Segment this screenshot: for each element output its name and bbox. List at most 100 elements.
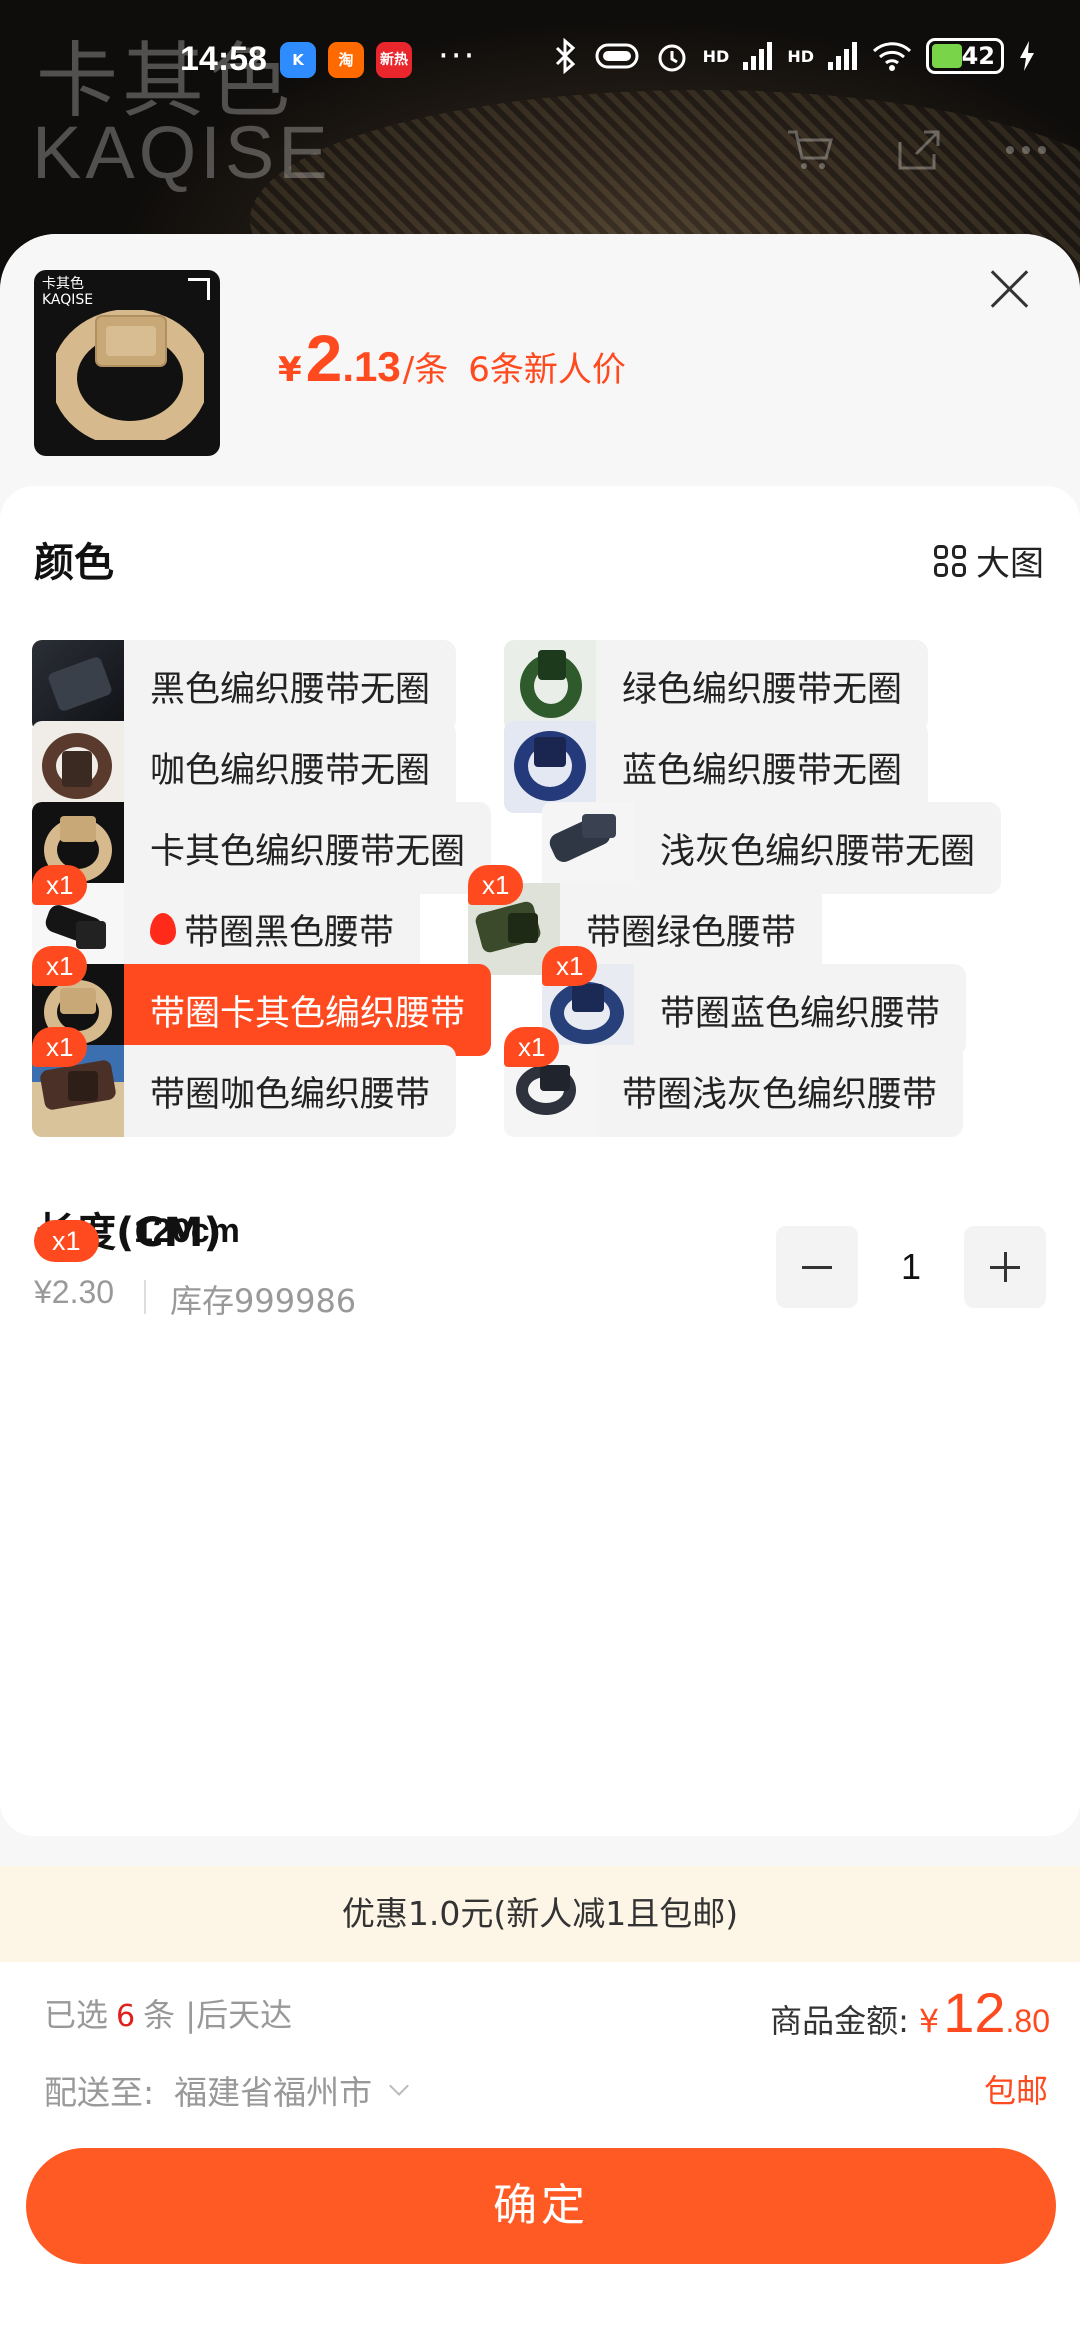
length-option-price: ¥2.30	[34, 1274, 115, 1310]
flame-icon	[150, 913, 176, 945]
color-option-ring-khaki[interactable]: x1 带圈卡其色编织腰带	[32, 946, 492, 1056]
selected-count: 6	[116, 1999, 136, 2034]
ship-label: 配送至:	[44, 2073, 155, 2112]
thumbnail-brand-cn: 卡其色	[42, 276, 84, 292]
status-more-icon: ···	[438, 36, 477, 76]
battery-indicator: 42	[926, 38, 1004, 74]
quantity-badge: x1	[32, 946, 88, 986]
hd-label-1: HD	[702, 46, 730, 66]
stock-count: 库存999986	[170, 1282, 357, 1320]
thumbnail-brand: 卡其色 KAQISE	[42, 276, 93, 308]
backdrop-toolbar	[786, 128, 1050, 172]
option-label: 黑色编织腰带无圈	[150, 669, 431, 710]
option-label: 绿色编织腰带无圈	[622, 669, 903, 710]
charging-icon	[1020, 41, 1034, 71]
status-indicators: HD HD 42	[553, 38, 1036, 74]
color-option-ring-light-gray[interactable]: x1 带圈浅灰色编织腰带	[504, 1027, 964, 1137]
price-currency: ¥	[278, 350, 302, 390]
option-label: 蓝色编织腰带无圈	[622, 750, 903, 791]
option-label: 带圈浅灰色编织腰带	[622, 1074, 938, 1115]
quantity-stepper: 1	[776, 1226, 1046, 1308]
length-option-name[interactable]: 120cm	[134, 1212, 240, 1251]
vibrate-icon	[595, 43, 639, 69]
new-user-price-note: 6条新人价	[468, 350, 626, 390]
big-picture-toggle[interactable]: 大图	[934, 536, 1044, 585]
option-label: 带圈咖色编织腰带	[150, 1074, 431, 1115]
confirm-button[interactable]: 确定	[26, 2148, 1056, 2264]
quantity-badge: x1	[32, 865, 88, 905]
selected-suffix: 条 |后天达	[143, 1996, 293, 2034]
battery-level: 42	[961, 42, 995, 70]
length-quantity-badge: x1	[34, 1220, 99, 1262]
wifi-icon	[872, 42, 912, 71]
total-amount: 商品金额: ¥ 12 .80	[770, 1980, 1050, 2045]
color-option-brown[interactable]: 咖色编织腰带无圈	[32, 721, 457, 813]
divider	[144, 1280, 146, 1314]
quantity-badge: x1	[468, 865, 524, 905]
more-icon	[1006, 146, 1046, 154]
news-app-icon: 新热	[376, 42, 412, 78]
product-thumbnail[interactable]: 卡其色 KAQISE	[34, 270, 220, 456]
option-label: 带圈蓝色编织腰带	[660, 993, 941, 1034]
share-icon	[898, 130, 940, 170]
option-thumbnail	[504, 721, 596, 813]
option-label-text: 带圈黑色腰带	[184, 912, 395, 953]
bluetooth-icon	[555, 38, 575, 74]
promo-banner: 优惠1.0元(新人减1且包邮)	[0, 1866, 1080, 1962]
status-bar: 14:58 K 淘 新热 ··· HD HD 42	[0, 30, 1080, 94]
color-section-title: 颜色	[34, 540, 114, 586]
close-button[interactable]	[984, 264, 1036, 316]
sku-selection-sheet: 卡其色 KAQISE ¥ 2 .13 /条 6条新人价 颜色 大图 黑色编织腰带…	[0, 234, 1080, 2340]
option-thumbnail	[504, 640, 596, 732]
amount-currency: ¥	[918, 2002, 940, 2040]
backdrop-brand-en: KAQISE	[32, 111, 332, 194]
big-picture-label: 大图	[976, 544, 1044, 584]
ship-location: 福建省福州市	[174, 2073, 373, 2112]
color-option-blue[interactable]: 蓝色编织腰带无圈	[504, 721, 929, 813]
price-integer: 2	[305, 321, 343, 395]
color-option-light-gray[interactable]: 浅灰色编织腰带无圈	[542, 802, 1002, 894]
option-label: 咖色编织腰带无圈	[150, 750, 431, 791]
selected-prefix: 已选	[44, 1996, 109, 2034]
alarm-icon	[658, 44, 686, 72]
hd-label-2: HD	[787, 46, 814, 66]
price-display: ¥ 2 .13 /条 6条新人价	[278, 320, 626, 396]
signal-icon	[743, 42, 773, 70]
color-option-ring-green[interactable]: x1 带圈绿色腰带	[468, 865, 823, 975]
color-option-ring-brown[interactable]: x1 带圈咖色编织腰带	[32, 1027, 457, 1137]
grid-icon	[934, 544, 966, 577]
color-option-ring-black[interactable]: x1 带圈黑色腰带	[32, 865, 421, 975]
color-option-black[interactable]: 黑色编织腰带无圈	[32, 640, 457, 732]
price-unit: /条	[402, 350, 449, 390]
option-thumbnail	[32, 721, 124, 813]
increment-button[interactable]	[964, 1226, 1046, 1308]
expand-icon[interactable]	[188, 278, 210, 300]
decrement-button[interactable]	[776, 1226, 858, 1308]
taobao-icon: 淘	[328, 42, 364, 78]
signal-icon-2	[828, 42, 857, 70]
quantity-badge: x1	[504, 1027, 560, 1067]
sheet-header: 卡其色 KAQISE ¥ 2 .13 /条 6条新人价	[0, 234, 1080, 484]
checkout-footer: 已选 6 条 |后天达 商品金额: ¥ 12 .80 配送至: 福建省福州市 包…	[0, 1962, 1080, 2340]
chevron-down-icon	[389, 2076, 410, 2096]
belt-image	[56, 310, 204, 440]
length-option-row: x1 120cm ¥2.30 库存999986 1	[34, 1206, 1046, 1346]
free-shipping-label: 包邮	[983, 2072, 1048, 2110]
amount-decimal: .80	[1005, 2003, 1050, 2039]
color-option-khaki[interactable]: 卡其色编织腰带无圈	[32, 802, 492, 894]
selection-summary: 已选 6 条 |后天达	[44, 1990, 292, 2036]
option-thumbnail	[542, 802, 634, 894]
option-label: 带圈卡其色编织腰带	[150, 993, 466, 1034]
app-k-icon: K	[280, 42, 316, 78]
amount-label: 商品金额:	[770, 2002, 909, 2040]
thumbnail-brand-en: KAQISE	[42, 292, 94, 308]
color-option-green[interactable]: 绿色编织腰带无圈	[504, 640, 929, 732]
color-option-ring-blue[interactable]: x1 带圈蓝色编织腰带	[542, 946, 967, 1056]
quantity-value[interactable]: 1	[858, 1246, 964, 1288]
status-time: 14:58	[180, 40, 267, 78]
options-panel: 颜色 大图 黑色编织腰带无圈 绿色编织腰带无圈 咖色编织腰带无圈 蓝色编织腰带无…	[0, 486, 1080, 1836]
option-thumbnail	[32, 640, 124, 732]
quantity-badge: x1	[542, 946, 598, 986]
quantity-badge: x1	[32, 1027, 88, 1067]
delivery-address-selector[interactable]: 配送至: 福建省福州市	[44, 2066, 410, 2114]
